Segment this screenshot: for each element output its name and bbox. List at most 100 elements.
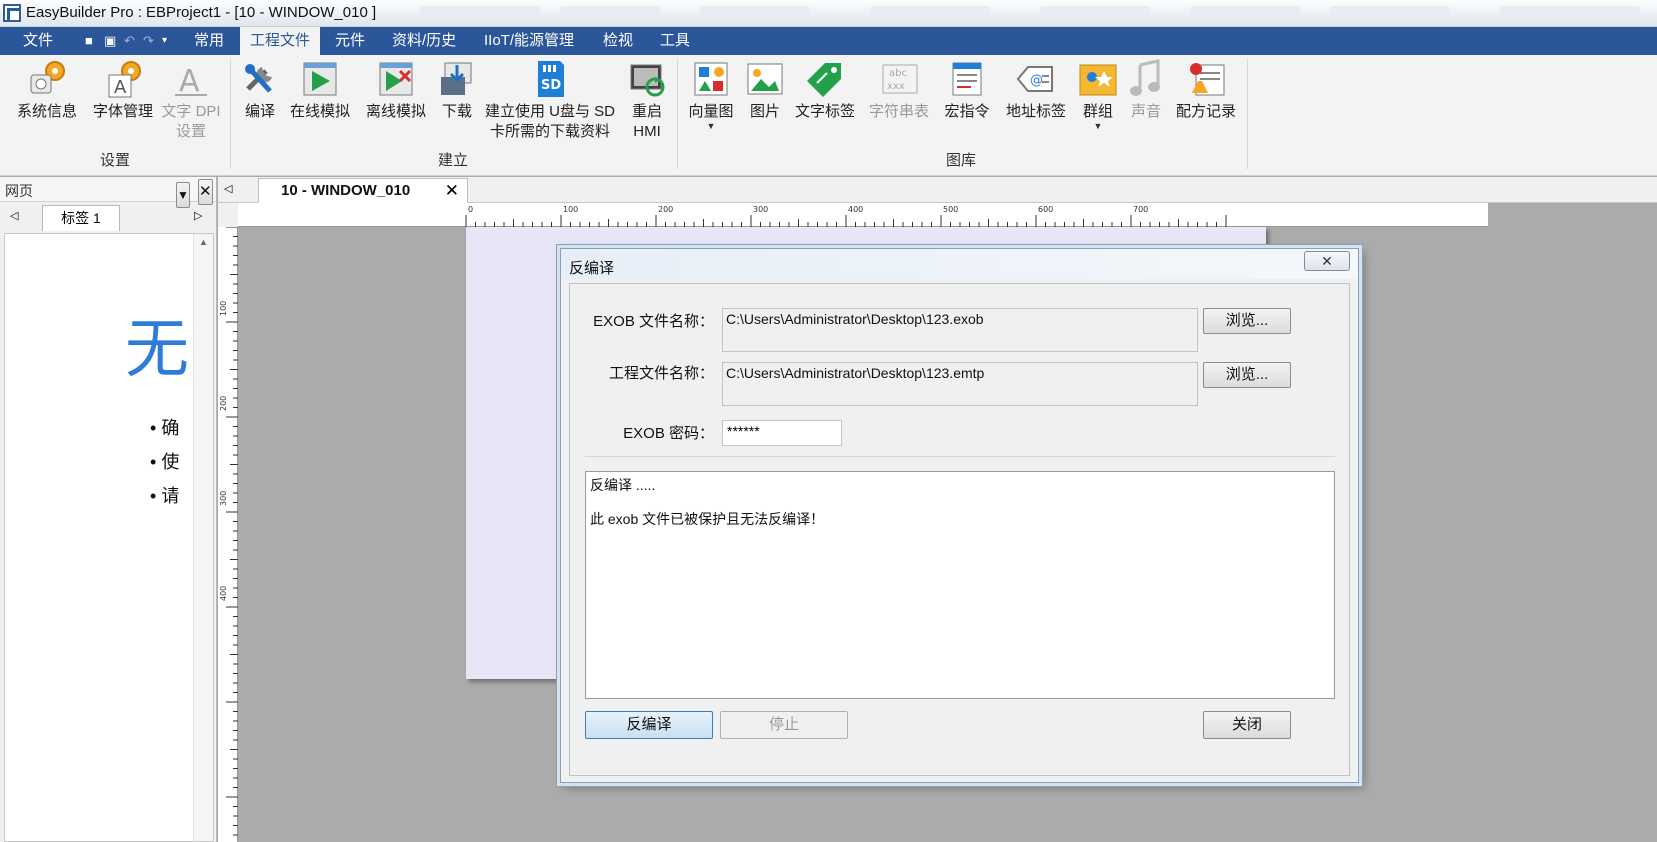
build-usb-sd-label-2: 卡所需的下载资料 (489, 123, 610, 140)
vertical-ruler: 100 200 300 400 (218, 226, 238, 842)
sd-card-icon: SD (530, 59, 570, 99)
address-label-button[interactable]: @ 地址标签 (1004, 59, 1068, 122)
pane-header: 网页 ▼ ✕ (0, 177, 216, 208)
recipe-records-button[interactable]: 配方记录 (1174, 59, 1238, 122)
text-label-label: 文字标签 (794, 103, 855, 120)
dropdown-arrow-icon[interactable]: ▼ (1076, 122, 1120, 131)
list-item: • 确 (150, 418, 180, 438)
tab-window-010[interactable]: 10 - WINDOW_010 ✕ (258, 178, 468, 204)
vector-graphics-button[interactable]: 向量图 ▼ (685, 59, 737, 131)
ruler-label: 200 (219, 396, 228, 411)
save-all-icon[interactable]: ▣ (104, 34, 117, 47)
project-file-field[interactable]: C:\Users\Administrator\Desktop\123.emtp (722, 362, 1198, 406)
horizontal-ruler: 0 100 200 300 400 500 600 700 (238, 203, 1488, 227)
address-label-label: 地址标签 (1005, 103, 1066, 120)
ruler-label: 700 (1133, 205, 1148, 214)
group-button[interactable]: 群组 ▼ (1076, 59, 1120, 131)
dialog-close-icon[interactable]: ✕ (1304, 251, 1350, 271)
page-heading: 无 (125, 313, 189, 385)
reboot-hmi-button[interactable]: 重启 HMI (625, 59, 669, 142)
close-tab-icon[interactable]: ✕ (445, 181, 459, 201)
download-icon (437, 59, 477, 99)
string-table-icon: abc xxx (879, 59, 919, 99)
decompile-button[interactable]: 反编译 (585, 711, 713, 739)
dialog-body: EXOB 文件名称： C:\Users\Administrator\Deskto… (569, 283, 1350, 776)
download-button[interactable]: 下载 (437, 59, 477, 122)
background-tab-placeholder (1330, 6, 1450, 20)
vertical-scrollbar[interactable]: ▲ (193, 234, 213, 841)
doc-tab-scroll-left-icon[interactable]: ◁ (224, 182, 232, 195)
redo-icon[interactable]: ↷ (143, 34, 156, 47)
menu-file[interactable]: 文件 (13, 27, 63, 55)
system-info-label: 系统信息 (16, 103, 77, 120)
exob-password-input[interactable]: ****** (722, 420, 842, 446)
font-manager-label: 字体管理 (92, 103, 153, 120)
build-usb-sd-download-button[interactable]: SD 建立使用 U盘与 SD 卡所需的下载资料 (483, 59, 617, 142)
menu-iiot[interactable]: IIoT/能源管理 (474, 27, 584, 55)
background-tab-placeholder (870, 6, 990, 20)
ruler-label: 100 (563, 205, 578, 214)
compile-button[interactable]: 编译 (237, 59, 283, 122)
menu-common[interactable]: 常用 (184, 27, 234, 55)
dialog-title: 反编译 (569, 260, 615, 277)
recipe-records-label: 配方记录 (1175, 103, 1236, 120)
system-info-button[interactable]: 系统信息 (12, 59, 82, 122)
picture-label: 图片 (749, 103, 780, 120)
font-manager-button[interactable]: A 字体管理 (88, 59, 158, 122)
text-label-button[interactable]: 文字标签 (793, 59, 857, 122)
menu-tools[interactable]: 工具 (650, 27, 700, 55)
pane-close-icon[interactable]: ✕ (198, 179, 213, 205)
music-note-icon (1126, 59, 1166, 99)
tab-scroll-right-icon[interactable]: ▷ (194, 209, 202, 222)
close-button[interactable]: 关闭 (1203, 711, 1291, 739)
ruler-label: 500 (943, 205, 958, 214)
ruler-label: 600 (1038, 205, 1053, 214)
menu-objects[interactable]: 元件 (325, 27, 375, 55)
tag-icon (805, 59, 845, 99)
tab-window-010-label: 10 - WINDOW_010 (281, 182, 411, 199)
macro-icon (947, 59, 987, 99)
reboot-hmi-label-2: HMI (633, 123, 661, 140)
title-bar: EasyBuilder Pro : EBProject1 - [10 - WIN… (0, 0, 1657, 27)
system-info-icon (27, 59, 67, 99)
browse-project-button[interactable]: 浏览... (1203, 362, 1291, 388)
background-tab-placeholder (560, 6, 660, 20)
vector-graphics-label: 向量图 (688, 103, 734, 120)
offline-simulation-button[interactable]: 离线模拟 (363, 59, 429, 122)
menu-view[interactable]: 检视 (593, 27, 643, 55)
reboot-hmi-label: 重启 (631, 103, 662, 120)
text-dpi-settings-button[interactable]: A 文字 DPI 设置 (156, 59, 226, 142)
tab-label-1[interactable]: 标签 1 (42, 205, 120, 231)
dropdown-arrow-icon[interactable]: ▼ (685, 122, 737, 131)
background-tab-placeholder (700, 6, 810, 20)
compile-icon (240, 59, 280, 99)
group-label-library: 图库 (946, 152, 977, 169)
customize-quick-access-icon[interactable]: ▾ (162, 34, 175, 47)
list-item: • 使 (150, 452, 180, 472)
exob-file-field[interactable]: C:\Users\Administrator\Desktop\123.exob (722, 308, 1198, 352)
app-icon (3, 4, 21, 22)
undo-icon[interactable]: ↶ (124, 34, 137, 47)
web-page-content: 无 • 确 • 使 • 请 ▲ (4, 233, 214, 842)
menu-data-history[interactable]: 资料/历史 (382, 27, 466, 55)
offline-simulation-label: 离线模拟 (365, 103, 426, 120)
ruler-label: 300 (219, 491, 228, 506)
sound-button[interactable]: 声音 (1124, 59, 1168, 122)
macro-button[interactable]: 宏指令 (942, 59, 992, 122)
menu-project-file[interactable]: 工程文件 (240, 27, 321, 55)
reboot-hmi-icon (627, 59, 667, 99)
string-table-button[interactable]: abc xxx 字符串表 (867, 59, 931, 122)
document-tab-bar: ◁ 10 - WINDOW_010 ✕ (218, 177, 1657, 204)
tab-scroll-left-icon[interactable]: ◁ (10, 209, 18, 222)
project-file-label: 工程文件名称： (608, 365, 714, 382)
ruler-label: 0 (468, 205, 473, 214)
ruler-label: 400 (848, 205, 863, 214)
online-simulation-button[interactable]: 在线模拟 (287, 59, 353, 122)
picture-button[interactable]: 图片 (745, 59, 785, 122)
background-tab-placeholder (1040, 6, 1150, 20)
save-icon[interactable]: ■ (85, 34, 98, 47)
stop-button[interactable]: 停止 (720, 711, 848, 739)
scroll-up-icon[interactable]: ▲ (199, 237, 208, 247)
sound-label: 声音 (1130, 103, 1161, 120)
browse-exob-button[interactable]: 浏览... (1203, 308, 1291, 334)
